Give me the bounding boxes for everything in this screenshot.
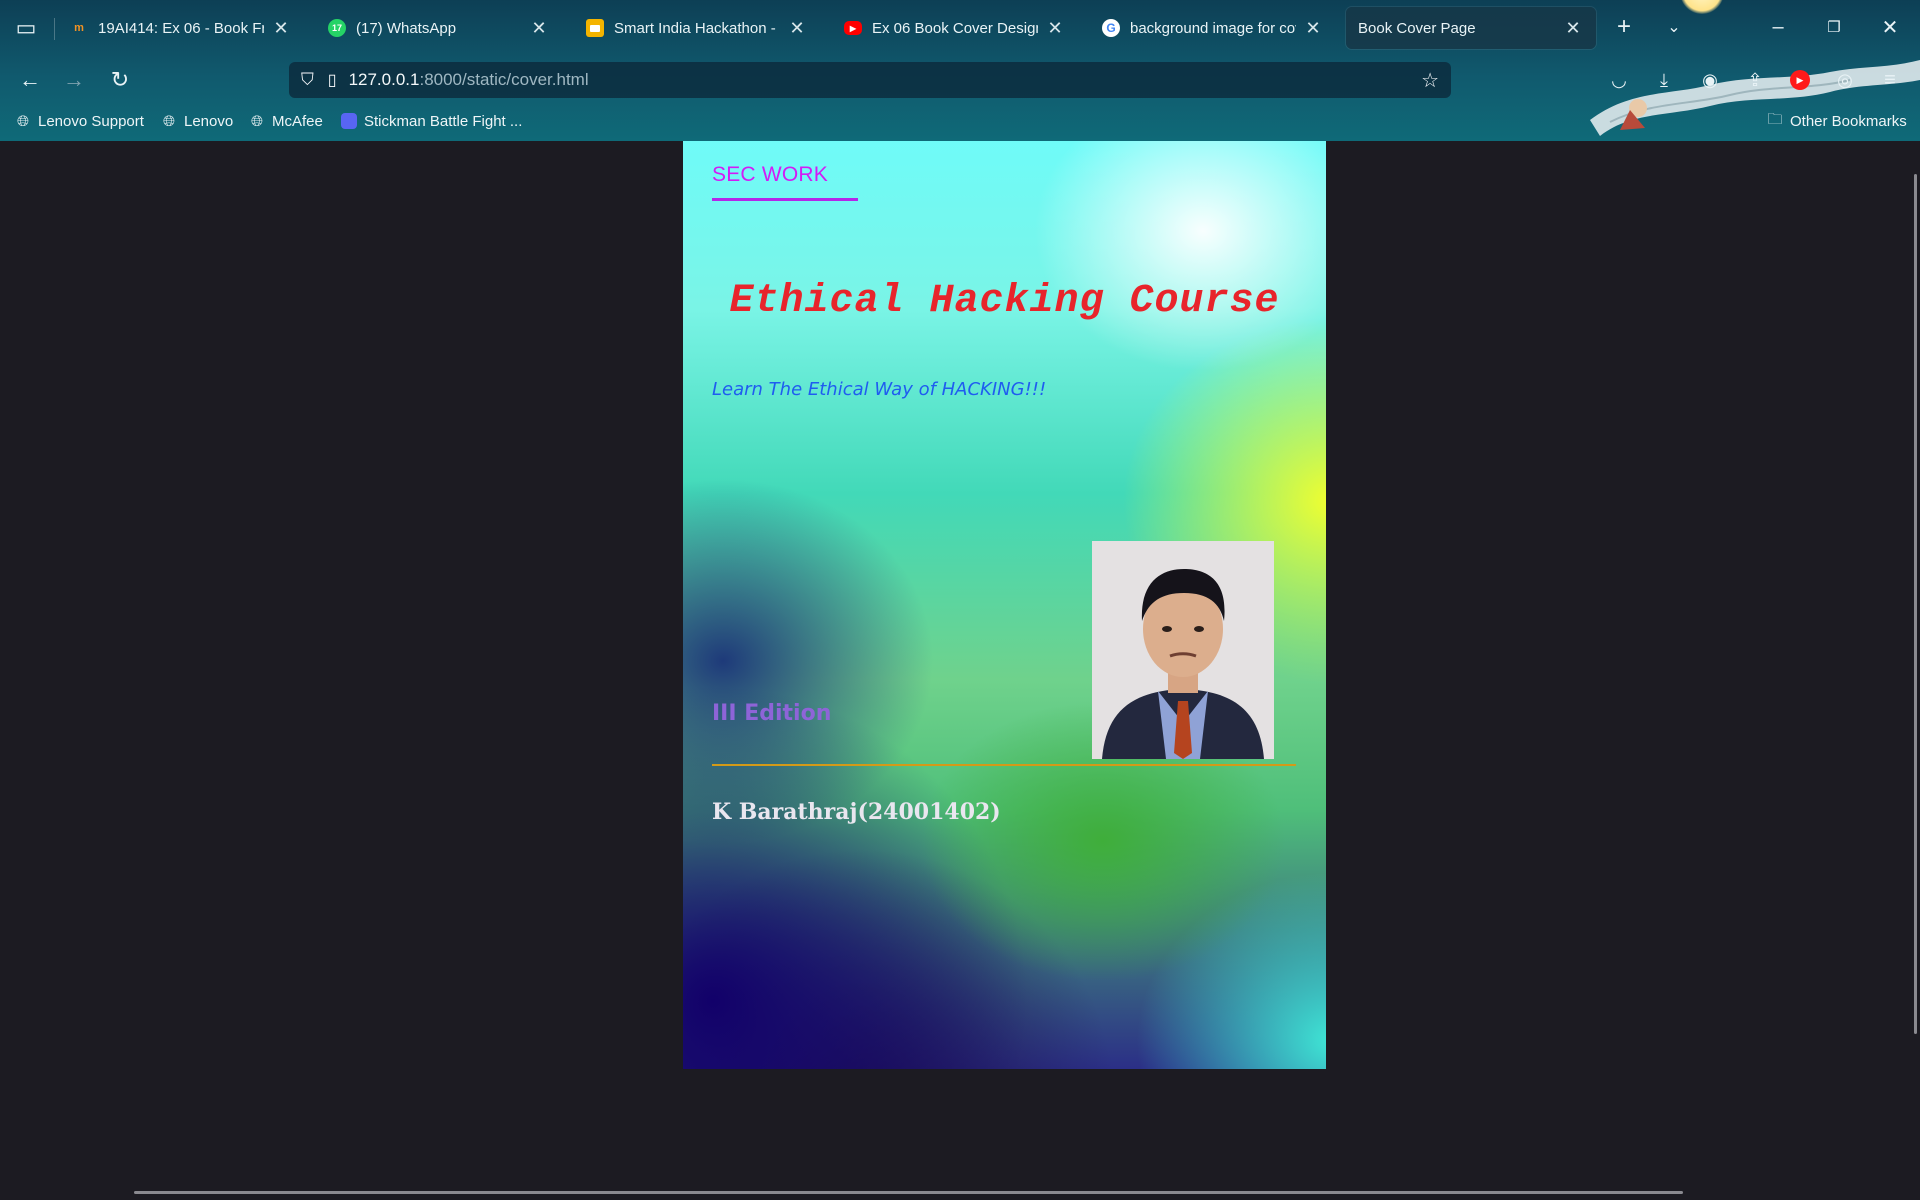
- tab-moodle[interactable]: m 19AI414: Ex 06 - Book Front ✕: [58, 7, 304, 49]
- close-icon[interactable]: ✕: [788, 18, 806, 39]
- edition-label: III Edition: [712, 701, 832, 726]
- close-icon[interactable]: ✕: [272, 18, 290, 39]
- brand-label: SEC WORK: [712, 163, 828, 186]
- minimize-button[interactable]: –: [1756, 10, 1800, 44]
- tab-slides[interactable]: Smart India Hackathon - Go ✕: [574, 7, 820, 49]
- divider-line: [712, 764, 1296, 766]
- extension-icon[interactable]: ◉: [1696, 66, 1724, 94]
- download-icon[interactable]: ⤓: [1650, 66, 1678, 94]
- globe-icon: 🌐︎: [16, 112, 29, 130]
- horizontal-scrollbar[interactable]: [134, 1191, 1683, 1194]
- tab-strip: ▭ m 19AI414: Ex 06 - Book Front ✕ 17 (17…: [0, 0, 1920, 56]
- author-photo: [1092, 541, 1274, 759]
- tab-title: (17) WhatsApp: [356, 19, 457, 37]
- other-bookmarks[interactable]: 🗀 Other Bookmarks: [1766, 110, 1907, 130]
- tab-title: Book Cover Page: [1358, 19, 1476, 37]
- eye-slash-icon[interactable]: ◎: [1831, 66, 1859, 94]
- tab-title: Ex 06 Book Cover Design us: [872, 19, 1038, 37]
- url-host: 127.0.0.1: [348, 70, 420, 89]
- bookmarks-toolbar: 🌐︎ Lenovo Support 🌐︎ Lenovo 🌐︎ McAfee Stick…: [0, 106, 1920, 140]
- tab-title: background image for cove: [1130, 19, 1296, 37]
- page-viewport: SEC WORK Ethical Hacking Course Learn Th…: [0, 141, 1920, 1200]
- close-icon[interactable]: ✕: [1046, 18, 1064, 39]
- book-cover: SEC WORK Ethical Hacking Course Learn Th…: [683, 141, 1326, 1069]
- vertical-scrollbar[interactable]: [1914, 174, 1917, 1034]
- close-icon[interactable]: ✕: [1304, 18, 1322, 39]
- youtube-extension-icon[interactable]: ▶: [1786, 66, 1814, 94]
- back-button[interactable]: ←: [14, 64, 46, 96]
- browser-chrome: ▭ m 19AI414: Ex 06 - Book Front ✕ 17 (17…: [0, 0, 1920, 141]
- page-icon: ▯: [327, 72, 337, 89]
- slides-icon: [586, 19, 604, 37]
- new-tab-button[interactable]: +: [1602, 10, 1646, 44]
- tab-book-cover-active[interactable]: Book Cover Page ✕: [1346, 7, 1596, 49]
- tab-overview-icon[interactable]: ▭: [10, 12, 42, 44]
- other-bookmarks-label: Other Bookmarks: [1790, 112, 1907, 130]
- menu-icon[interactable]: ≡: [1876, 66, 1904, 94]
- folder-icon: 🗀: [1767, 110, 1783, 128]
- tab-whatsapp[interactable]: 17 (17) WhatsApp ✕: [316, 7, 562, 49]
- tab-separator: [54, 18, 55, 40]
- whatsapp-badge: 17: [331, 23, 342, 33]
- globe-icon: 🌐︎: [162, 112, 175, 130]
- bookmark-lenovo[interactable]: 🌐︎ Lenovo: [160, 112, 233, 130]
- close-window-button[interactable]: ✕: [1868, 10, 1912, 44]
- tab-google[interactable]: G background image for cove ✕: [1090, 7, 1336, 49]
- bookmark-star-icon[interactable]: ☆: [1421, 68, 1439, 93]
- forward-button[interactable]: →: [58, 64, 90, 96]
- author-name: K Barathraj(24001402): [712, 799, 1001, 825]
- bookmark-label: Stickman Battle Fight ...: [364, 112, 523, 130]
- tab-title: 19AI414: Ex 06 - Book Front: [98, 19, 264, 37]
- bookmark-mcafee[interactable]: 🌐︎ McAfee: [248, 112, 323, 130]
- address-bar[interactable]: ⛉ ▯ 127.0.0.1:8000/static/cover.html ☆: [289, 62, 1451, 98]
- discord-icon: [340, 112, 358, 130]
- shield-icon[interactable]: ⛉: [301, 70, 314, 90]
- bookmark-label: Lenovo: [184, 112, 234, 130]
- restore-button[interactable]: ❐: [1812, 10, 1856, 44]
- bookmark-lenovo-support[interactable]: 🌐︎ Lenovo Support: [14, 112, 144, 130]
- tagline: Learn The Ethical Way of HACKING!!!: [712, 379, 1047, 400]
- pocket-icon[interactable]: ◡: [1605, 66, 1633, 94]
- globe-icon: 🌐︎: [250, 112, 263, 130]
- brand-underline: [712, 198, 858, 201]
- share-icon[interactable]: ⇪: [1741, 66, 1769, 94]
- bookmark-label: Lenovo Support: [38, 112, 144, 130]
- url-path: :8000/static/cover.html: [419, 70, 589, 89]
- tab-youtube[interactable]: ▶ Ex 06 Book Cover Design us ✕: [832, 7, 1078, 49]
- bookmark-label: McAfee: [272, 112, 323, 130]
- close-icon[interactable]: ✕: [1564, 18, 1582, 39]
- author-portrait-image: [1092, 541, 1274, 759]
- navigation-toolbar: ← → ↻ ⛉ ▯ 127.0.0.1:8000/static/cover.ht…: [0, 56, 1920, 104]
- moodle-icon: m: [74, 22, 84, 34]
- whatsapp-icon: 17: [328, 19, 346, 37]
- youtube-icon: ▶: [844, 21, 862, 35]
- reload-button[interactable]: ↻: [104, 64, 136, 96]
- tab-title: Smart India Hackathon - Go: [614, 19, 780, 37]
- bookmark-stickman[interactable]: Stickman Battle Fight ...: [340, 112, 522, 130]
- list-tabs-icon[interactable]: ⌄: [1652, 10, 1696, 44]
- close-icon[interactable]: ✕: [530, 18, 548, 39]
- book-title: Ethical Hacking Course: [729, 279, 1280, 324]
- google-icon: G: [1102, 19, 1120, 37]
